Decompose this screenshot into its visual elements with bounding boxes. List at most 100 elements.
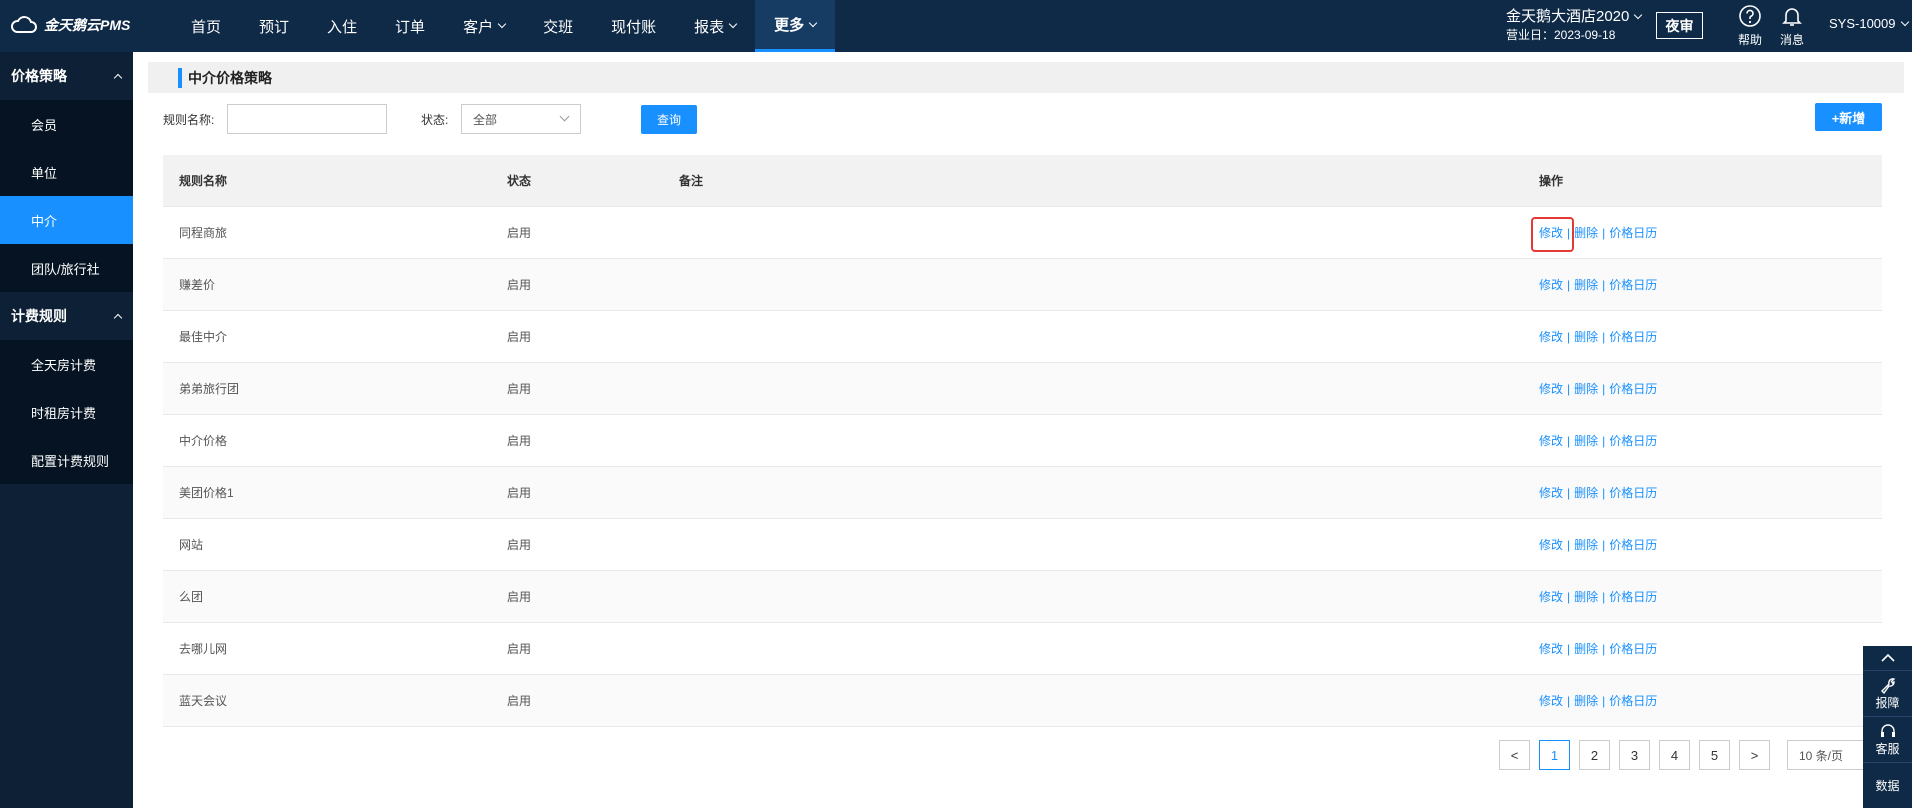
actions-cell: 修改 | 删除 | 价格日历 xyxy=(1539,692,1882,709)
delete-link[interactable]: 删除 xyxy=(1574,590,1598,604)
sidebar-item[interactable]: 中介 xyxy=(0,196,133,244)
page-size-select[interactable]: 10 条/页 xyxy=(1787,740,1867,770)
next-page-button[interactable]: > xyxy=(1739,740,1770,770)
nav-item-label: 订单 xyxy=(395,18,426,36)
actions-cell: 修改 | 删除 | 价格日历 xyxy=(1539,536,1882,553)
status-cell: 启用 xyxy=(507,642,532,656)
price-calendar-link[interactable]: 价格日历 xyxy=(1609,590,1657,604)
hotel-switcher[interactable]: 金天鹅大酒店2020 营业日：2023-09-18 xyxy=(1506,7,1643,45)
nav-item-label: 报表 xyxy=(694,18,725,36)
edit-link[interactable]: 修改 xyxy=(1539,434,1563,448)
rule-name-label: 规则名称: xyxy=(163,113,215,127)
user-menu[interactable]: SYS-10009 xyxy=(1829,16,1909,31)
night-audit-button[interactable]: 夜审 xyxy=(1656,12,1703,39)
page-button[interactable]: 4 xyxy=(1659,740,1690,770)
chevron-up-icon xyxy=(1880,653,1895,662)
separator: | xyxy=(1602,382,1606,396)
nav-item-1[interactable]: 预订 xyxy=(240,0,308,52)
sidebar-group-items: 全天房计费 时租房计费 配置计费规则 xyxy=(0,340,133,484)
page-button[interactable]: 2 xyxy=(1579,740,1610,770)
bell-icon xyxy=(1782,8,1802,26)
delete-link[interactable]: 删除 xyxy=(1574,278,1598,292)
nav-item-5[interactable]: 交班 xyxy=(524,0,592,52)
table-row: 中介价格 启用 修改 | 删除 | 价格日历 xyxy=(163,415,1882,467)
customer-service-button[interactable]: 客服 xyxy=(1863,716,1912,762)
status-label: 状态: xyxy=(421,113,449,127)
rule-name-input[interactable] xyxy=(227,104,387,134)
price-calendar-link[interactable]: 价格日历 xyxy=(1609,434,1657,448)
separator: | xyxy=(1602,330,1606,344)
report-issue-button[interactable]: 报障 xyxy=(1863,670,1912,716)
delete-link[interactable]: 删除 xyxy=(1574,330,1598,344)
scroll-top-button[interactable] xyxy=(1863,646,1912,670)
price-calendar-link[interactable]: 价格日历 xyxy=(1609,278,1657,292)
delete-link[interactable]: 删除 xyxy=(1574,382,1598,396)
sidebar-item[interactable]: 全天房计费 xyxy=(0,340,133,388)
sidebar-item[interactable]: 时租房计费 xyxy=(0,388,133,436)
wrench-icon xyxy=(1880,678,1895,694)
actions-cell: 修改 | 删除 | 价格日历 xyxy=(1539,380,1882,397)
price-calendar-link[interactable]: 价格日历 xyxy=(1609,382,1657,396)
delete-link[interactable]: 删除 xyxy=(1574,538,1598,552)
hotel-name: 金天鹅大酒店2020 xyxy=(1506,8,1630,25)
separator: | xyxy=(1567,694,1571,708)
status-cell: 启用 xyxy=(507,278,532,292)
app-logo[interactable]: 金天鹅云PMS xyxy=(10,14,130,36)
table-header: 规则名称 状态 备注 操作 xyxy=(163,155,1882,207)
nav-item-label: 交班 xyxy=(543,18,574,36)
price-calendar-link[interactable]: 价格日历 xyxy=(1609,330,1657,344)
status-cell: 启用 xyxy=(507,434,532,448)
delete-link[interactable]: 删除 xyxy=(1574,434,1598,448)
table-row: 网站 启用 修改 | 删除 | 价格日历 xyxy=(163,519,1882,571)
status-select[interactable]: 全部 xyxy=(461,104,581,134)
edit-link[interactable]: 修改 xyxy=(1539,590,1563,604)
page-title: 中介价格策略 xyxy=(188,69,272,86)
page-header: 中介价格策略 xyxy=(148,62,1904,93)
sidebar-item[interactable]: 会员 xyxy=(0,100,133,148)
column-header-name: 规则名称 xyxy=(179,174,228,188)
sidebar-group-1[interactable]: 计费规则 xyxy=(0,292,133,340)
delete-link[interactable]: 删除 xyxy=(1574,226,1598,240)
edit-link[interactable]: 修改 xyxy=(1539,694,1563,708)
nav-item-6[interactable]: 现付账 xyxy=(592,0,675,52)
price-calendar-link[interactable]: 价格日历 xyxy=(1609,538,1657,552)
price-calendar-link[interactable]: 价格日历 xyxy=(1609,642,1657,656)
delete-link[interactable]: 删除 xyxy=(1574,642,1598,656)
sidebar-item[interactable]: 配置计费规则 xyxy=(0,436,133,484)
report-issue-label: 报障 xyxy=(1875,696,1900,710)
nav-item-0[interactable]: 首页 xyxy=(172,0,240,52)
prev-page-button[interactable]: < xyxy=(1499,740,1530,770)
delete-link[interactable]: 删除 xyxy=(1574,486,1598,500)
price-calendar-link[interactable]: 价格日历 xyxy=(1609,486,1657,500)
query-button[interactable]: 查询 xyxy=(641,105,697,134)
delete-link[interactable]: 删除 xyxy=(1574,694,1598,708)
edit-link[interactable]: 修改 xyxy=(1539,278,1563,292)
help-button[interactable]: 帮助 xyxy=(1733,4,1767,48)
chevron-up-icon xyxy=(113,313,123,322)
price-calendar-link[interactable]: 价格日历 xyxy=(1609,694,1657,708)
edit-link[interactable]: 修改 xyxy=(1539,330,1563,344)
separator: | xyxy=(1602,642,1606,656)
edit-link[interactable]: 修改 xyxy=(1539,226,1563,240)
nav-item-3[interactable]: 订单 xyxy=(376,0,444,52)
edit-link[interactable]: 修改 xyxy=(1539,642,1563,656)
nav-item-8[interactable]: 更多 xyxy=(755,0,836,52)
sidebar-item[interactable]: 团队/旅行社 xyxy=(0,244,133,292)
rule-name-cell: 最佳中介 xyxy=(179,330,228,344)
top-navbar: 金天鹅云PMS 首页 预订 入住 订单 客户 交班 现付账 报表 更多 金天鹅大酒店2020 营… xyxy=(0,0,1912,52)
price-calendar-link[interactable]: 价格日历 xyxy=(1609,226,1657,240)
page-button[interactable]: 3 xyxy=(1619,740,1650,770)
page-button[interactable]: 1 xyxy=(1539,740,1570,770)
sidebar-group-0[interactable]: 价格策略 xyxy=(0,52,133,100)
nav-item-7[interactable]: 报表 xyxy=(675,0,755,52)
nav-item-4[interactable]: 客户 xyxy=(444,0,524,52)
add-button[interactable]: +新增 xyxy=(1815,103,1882,131)
data-report-button[interactable]: 数据 xyxy=(1863,762,1912,808)
edit-link[interactable]: 修改 xyxy=(1539,538,1563,552)
sidebar-item[interactable]: 单位 xyxy=(0,148,133,196)
edit-link[interactable]: 修改 xyxy=(1539,486,1563,500)
page-button[interactable]: 5 xyxy=(1699,740,1730,770)
nav-item-2[interactable]: 入住 xyxy=(308,0,376,52)
message-button[interactable]: 消息 xyxy=(1775,4,1809,48)
edit-link[interactable]: 修改 xyxy=(1539,382,1563,396)
